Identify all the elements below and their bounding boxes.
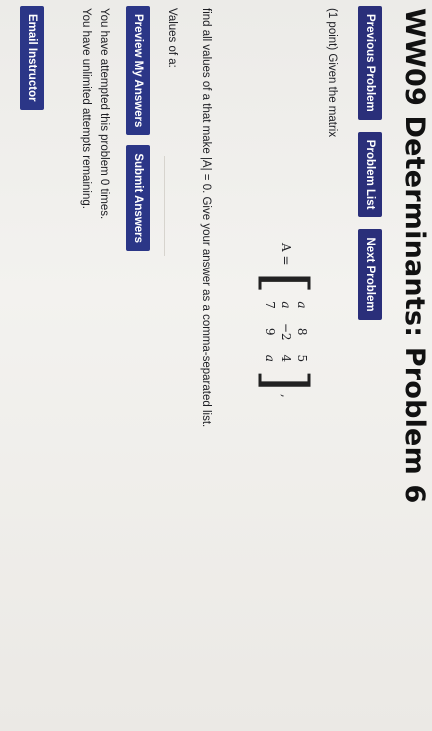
matrix-cell: 8 [295,327,309,336]
matrix-table: a 8 5 a −2 4 7 9 a [262,294,310,369]
matrix-row: a 8 5 [294,294,310,369]
matrix-row: 7 9 a [262,294,278,369]
answer-actions: Preview My Answers Submit Answers [126,6,150,252]
submit-answers-button[interactable]: Submit Answers [126,145,150,252]
matrix-cell: a [263,354,277,362]
left-bracket: [ [252,271,320,295]
matrix-cell: 4 [279,354,293,363]
problem-instruction: find all values of a that make |A| = 0. … [200,8,212,428]
values-label: Values of a: [166,8,178,68]
next-problem-button[interactable]: Next Problem [358,229,382,320]
problem-list-button[interactable]: Problem List [358,131,382,218]
matrix-cell: 9 [263,327,277,336]
matrix-cell: 5 [295,354,309,363]
preview-answers-button[interactable]: Preview My Answers [126,6,150,136]
problem-nav: Previous Problem Problem List Next Probl… [358,6,382,320]
page-title: WW09 Determinants: Problem 6 [399,8,430,504]
answer-input[interactable] [164,156,179,256]
right-bracket: ] [252,369,320,392]
previous-problem-button[interactable]: Previous Problem [358,6,382,120]
matrix-label: A = [279,243,293,266]
matrix-cell: −2 [279,322,293,341]
matrix-display: A = [ a 8 5 a −2 4 7 9 a ] , [252,243,320,398]
remaining-status: You have unlimited attempts remaining. [80,8,92,209]
matrix-comma: , [279,393,293,398]
email-area: Email Instructor [20,6,44,110]
email-instructor-button[interactable]: Email Instructor [20,6,44,110]
matrix-cell: 7 [263,301,277,309]
attempts-status: You have attempted this problem 0 times. [98,8,110,220]
problem-intro: (1 point) Given the matrix [326,8,338,138]
problem-page: WW09 Determinants: Problem 6 Previous Pr… [0,0,432,731]
matrix-row: a −2 4 [278,294,294,369]
matrix-cell: a [279,301,293,309]
matrix-cell: a [295,301,309,309]
